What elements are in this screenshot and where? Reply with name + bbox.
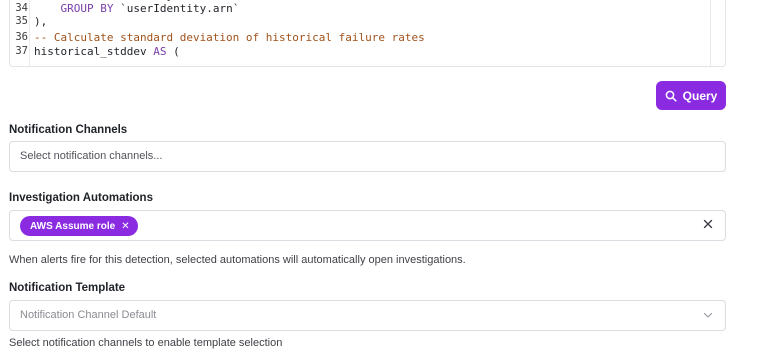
query-button[interactable]: Query bbox=[656, 81, 726, 110]
editor-scrollbar[interactable] bbox=[710, 0, 711, 66]
line-code: -- Calculate standard deviation of histo… bbox=[34, 30, 425, 46]
investigation-automations-help: When alerts fire for this detection, sel… bbox=[9, 254, 466, 266]
query-button-label: Query bbox=[682, 88, 718, 103]
code-token: `userIdentity.arn` bbox=[113, 1, 240, 15]
notification-template-label: Notification Template bbox=[9, 282, 126, 294]
clear-selection-icon[interactable] bbox=[702, 218, 714, 230]
notification-template-placeholder: Notification Channel Default bbox=[20, 309, 157, 321]
investigation-automations-select[interactable]: AWS Assume role ✕ bbox=[9, 210, 726, 241]
line-number: 37 bbox=[15, 45, 28, 57]
code-line: 37 historical_stddev AS ( bbox=[10, 44, 710, 60]
line-code: historical_stddev AS ( bbox=[34, 44, 180, 60]
chip-remove-icon[interactable]: ✕ bbox=[121, 221, 129, 232]
code-line: 35), bbox=[10, 14, 710, 30]
code-token: ( bbox=[166, 45, 180, 58]
automation-chip: AWS Assume role ✕ bbox=[20, 216, 138, 236]
code-line: 36 -- Calculate standard deviation of his… bbox=[10, 30, 710, 46]
line-number: 35 bbox=[15, 15, 28, 27]
investigation-automations-label: Investigation Automations bbox=[9, 192, 153, 204]
notification-channels-select[interactable]: Select notification channels... bbox=[9, 141, 726, 172]
line-code: ), bbox=[34, 14, 47, 30]
code-token: historical_stddev bbox=[34, 45, 154, 58]
sql-keyword: GROUP BY bbox=[60, 1, 114, 15]
code-token: ), bbox=[34, 15, 48, 28]
sql-code-editor[interactable]: 33 AND `userIdentity.arn` !=34 GROUP BY … bbox=[9, 0, 726, 67]
sql-comment: -- Calculate standard deviation of histo… bbox=[34, 30, 425, 44]
automation-chip-label: AWS Assume role bbox=[30, 220, 116, 232]
sql-keyword: AS bbox=[153, 45, 167, 58]
search-icon bbox=[665, 90, 677, 102]
chevron-down-icon bbox=[703, 312, 713, 318]
notification-channels-placeholder: Select notification channels... bbox=[20, 150, 163, 162]
notification-channels-label: Notification Channels bbox=[9, 124, 128, 136]
notification-template-select[interactable]: Notification Channel Default bbox=[9, 300, 726, 331]
notification-template-help: Select notification channels to enable t… bbox=[9, 337, 283, 349]
line-number: 36 bbox=[15, 30, 28, 43]
